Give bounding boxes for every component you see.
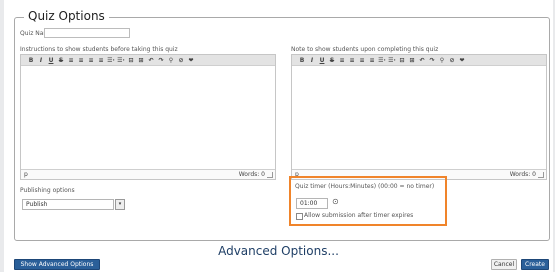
allow-submission-checkbox[interactable] <box>296 213 303 220</box>
cancel-button[interactable]: Cancel <box>491 259 517 270</box>
advanced-options-title: Advanced Options... <box>218 244 339 258</box>
underline-button[interactable]: U <box>46 56 56 65</box>
editor-before[interactable]: B I U S ≡ ≡ ≡ ≡ ☰· ☰· ⊟ ⊞ ↶ ↷ ⚲ ⊘ ❤ p Wo… <box>20 54 276 180</box>
resize-grip-icon[interactable] <box>538 172 544 178</box>
bold-button[interactable]: B <box>26 56 36 65</box>
publishing-label: Publishing options <box>20 187 75 194</box>
numbered-list-icon[interactable]: ☰· <box>116 56 126 65</box>
align-right-icon[interactable]: ≡ <box>86 56 96 65</box>
chevron-down-icon[interactable]: ▾ <box>115 199 125 210</box>
align-left-icon[interactable]: ≡ <box>337 56 347 65</box>
publishing-select[interactable]: Publish ▾ <box>22 199 125 210</box>
resize-grip-icon[interactable] <box>267 172 273 178</box>
quiz-options-panel: Quiz Options Quiz Name Instructions to s… <box>4 0 553 272</box>
allow-submission-label: Allow submission after timer expires <box>304 212 414 219</box>
create-button[interactable]: Create <box>521 259 549 270</box>
align-left-icon[interactable]: ≡ <box>66 56 76 65</box>
outdent-icon[interactable]: ⊟ <box>126 56 136 65</box>
indent-icon[interactable]: ⊞ <box>407 56 417 65</box>
numbered-list-icon[interactable]: ☰· <box>387 56 397 65</box>
quiz-name-input[interactable] <box>44 28 130 38</box>
strikethrough-button[interactable]: S <box>56 56 66 65</box>
clock-icon[interactable]: ⊙ <box>332 197 339 206</box>
italic-button[interactable]: I <box>36 56 46 65</box>
editor-after-label: Note to show students upon completing th… <box>291 46 439 53</box>
align-right-icon[interactable]: ≡ <box>357 56 367 65</box>
show-advanced-options-button[interactable]: Show Advanced Options <box>14 259 100 270</box>
justify-icon[interactable]: ≡ <box>96 56 106 65</box>
more-dropdown-icon[interactable]: ❤ <box>186 56 196 65</box>
link-icon[interactable]: ⚲ <box>166 56 176 65</box>
editor-after[interactable]: B I U S ≡ ≡ ≡ ≡ ☰· ☰· ⊟ ⊞ ↶ ↷ ⚲ ⊘ ❤ p Wo… <box>291 54 547 180</box>
word-count: Words: 0 <box>238 171 265 178</box>
indent-icon[interactable]: ⊞ <box>136 56 146 65</box>
editor-toolbar: B I U S ≡ ≡ ≡ ≡ ☰· ☰· ⊟ ⊞ ↶ ↷ ⚲ ⊘ ❤ <box>292 55 546 66</box>
justify-icon[interactable]: ≡ <box>367 56 377 65</box>
bold-button[interactable]: B <box>297 56 307 65</box>
align-center-icon[interactable]: ≡ <box>76 56 86 65</box>
element-path: p <box>24 171 28 178</box>
fieldset-legend: Quiz Options <box>24 9 109 23</box>
italic-button[interactable]: I <box>307 56 317 65</box>
editor-toolbar: B I U S ≡ ≡ ≡ ≡ ☰· ☰· ⊟ ⊞ ↶ ↷ ⚲ ⊘ ❤ <box>21 55 275 66</box>
publishing-value: Publish <box>26 201 48 208</box>
strikethrough-button[interactable]: S <box>327 56 337 65</box>
bullet-list-icon[interactable]: ☰· <box>377 56 387 65</box>
bullet-list-icon[interactable]: ☰· <box>106 56 116 65</box>
undo-icon[interactable]: ↶ <box>146 56 156 65</box>
link-icon[interactable]: ⚲ <box>437 56 447 65</box>
editor-before-label: Instructions to show students before tak… <box>20 46 178 53</box>
redo-icon[interactable]: ↷ <box>427 56 437 65</box>
timer-label: Quiz timer (Hours:Minutes) (00:00 = no t… <box>295 183 435 190</box>
undo-icon[interactable]: ↶ <box>417 56 427 65</box>
more-dropdown-icon[interactable]: ❤ <box>457 56 467 65</box>
editor-statusbar: p Words: 0 <box>21 169 275 179</box>
unlink-icon[interactable]: ⊘ <box>176 56 186 65</box>
underline-button[interactable]: U <box>317 56 327 65</box>
timer-input[interactable]: 01:00 <box>296 198 328 209</box>
word-count: Words: 0 <box>509 171 536 178</box>
outdent-icon[interactable]: ⊟ <box>397 56 407 65</box>
redo-icon[interactable]: ↷ <box>156 56 166 65</box>
align-center-icon[interactable]: ≡ <box>347 56 357 65</box>
unlink-icon[interactable]: ⊘ <box>447 56 457 65</box>
